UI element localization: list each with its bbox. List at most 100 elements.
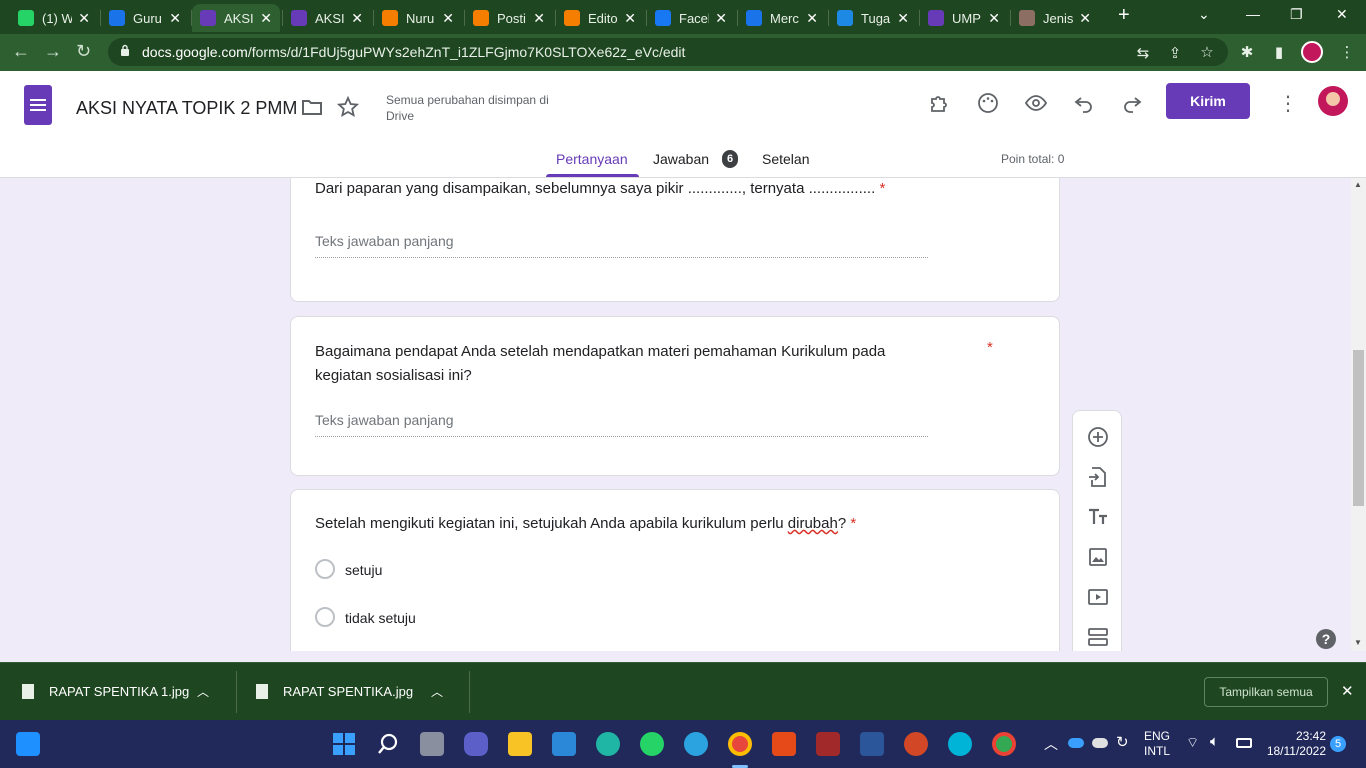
browser-tab[interactable]: Guru ✕	[101, 4, 189, 32]
option-label[interactable]: tidak setuju	[345, 610, 416, 626]
close-window-icon[interactable]: ✕	[1336, 6, 1348, 23]
browser-tab[interactable]: Nuru ✕	[374, 4, 462, 32]
google-forms-logo-icon[interactable]	[24, 85, 52, 125]
tab-responses[interactable]: Jawaban	[653, 151, 709, 167]
close-tab-icon[interactable]: ✕	[897, 10, 909, 27]
chevron-up-icon[interactable]: ︿	[197, 683, 209, 700]
telegram-icon[interactable]	[684, 732, 708, 756]
close-tab-icon[interactable]: ✕	[624, 10, 636, 27]
canva-icon[interactable]	[948, 732, 972, 756]
browser-tab[interactable]: UMP ✕	[920, 4, 1008, 32]
widgets-icon[interactable]	[16, 732, 40, 756]
maximize-icon[interactable]: ❐	[1290, 6, 1303, 23]
chrome-profile-icon[interactable]	[992, 732, 1016, 756]
more-options-icon[interactable]: ⋮	[1278, 91, 1298, 116]
page-scrollbar[interactable]: ▲ ▼	[1351, 178, 1366, 651]
office-icon[interactable]	[772, 732, 796, 756]
add-section-icon[interactable]	[1086, 625, 1110, 649]
add-title-icon[interactable]	[1086, 505, 1110, 529]
help-button[interactable]: ?	[1316, 629, 1336, 649]
tab-settings[interactable]: Setelan	[762, 151, 809, 167]
folder-icon[interactable]	[300, 95, 324, 119]
back-icon[interactable]: ←	[12, 41, 30, 62]
radio-option[interactable]	[315, 607, 335, 627]
windows-start-icon[interactable]	[332, 732, 356, 756]
side-panel-icon[interactable]: ▮	[1270, 43, 1288, 61]
language-indicator[interactable]: ENG INTL	[1144, 729, 1170, 759]
browser-tab[interactable]: (1) W ✕	[10, 4, 98, 32]
sync-icon[interactable]: ↻	[1116, 733, 1129, 751]
tab-questions[interactable]: Pertanyaan	[556, 151, 628, 167]
send-button[interactable]: Kirim	[1166, 83, 1250, 119]
addons-icon[interactable]	[928, 91, 952, 115]
browser-tab[interactable]: Facel ✕	[647, 4, 735, 32]
download-item[interactable]: RAPAT SPENTIKA 1.jpg ︿	[22, 663, 209, 720]
teams-chat-icon[interactable]	[464, 732, 488, 756]
chevron-up-icon[interactable]: ︿	[431, 683, 443, 700]
form-title[interactable]: AKSI NYATA TOPIK 2 PMM	[76, 98, 297, 119]
close-tab-icon[interactable]: ✕	[169, 10, 181, 27]
onedrive-icon[interactable]	[1068, 738, 1084, 748]
system-clock[interactable]: 23:42 18/11/2022	[1262, 729, 1326, 759]
forward-icon[interactable]: →	[44, 41, 62, 62]
powerpoint-icon[interactable]	[904, 732, 928, 756]
import-questions-icon[interactable]	[1086, 465, 1110, 489]
chrome-menu-icon[interactable]: ⋮	[1338, 43, 1356, 61]
redo-icon[interactable]	[1120, 91, 1144, 115]
winrar-icon[interactable]	[816, 732, 840, 756]
reload-icon[interactable]: ↻	[76, 41, 91, 62]
close-download-bar-icon[interactable]: ✕	[1341, 682, 1354, 700]
add-video-icon[interactable]	[1086, 585, 1110, 609]
address-bar[interactable]: docs.google.com/forms/d/1FdUj5guPWYs2ehZ…	[108, 38, 1228, 66]
wifi-icon[interactable]: ⌔	[1186, 734, 1199, 752]
volume-icon[interactable]: 🔈︎	[1210, 733, 1219, 750]
add-image-icon[interactable]	[1086, 545, 1110, 569]
question-card[interactable]: Dari paparan yang disampaikan, sebelumny…	[290, 178, 1060, 302]
browser-tab[interactable]: Tuga ✕	[829, 4, 917, 32]
new-tab-button[interactable]: +	[1118, 4, 1130, 27]
close-tab-icon[interactable]: ✕	[988, 10, 1000, 27]
account-avatar[interactable]	[1318, 86, 1348, 116]
palette-icon[interactable]	[976, 91, 1000, 115]
scroll-down-icon[interactable]: ▼	[1354, 638, 1362, 647]
cloud-icon[interactable]	[1092, 738, 1108, 748]
word-icon[interactable]	[860, 732, 884, 756]
edge-icon[interactable]	[596, 732, 620, 756]
browser-tab[interactable]: Posti ✕	[465, 4, 553, 32]
share-icon[interactable]: ⇪	[1166, 44, 1184, 62]
chevron-up-tray-icon[interactable]: ︿	[1044, 734, 1058, 754]
question-card[interactable]: Bagaimana pendapat Anda setelah mendapat…	[290, 316, 1060, 476]
misspelled-word[interactable]: dirubah	[788, 515, 838, 532]
close-tab-icon[interactable]: ✕	[806, 10, 818, 27]
translate-icon[interactable]: ⇆	[1134, 44, 1152, 62]
preview-eye-icon[interactable]	[1024, 91, 1048, 115]
store-icon[interactable]	[552, 732, 576, 756]
download-item[interactable]: RAPAT SPENTIKA.jpg ︿	[256, 663, 443, 720]
minimize-icon[interactable]: —	[1246, 6, 1260, 22]
scroll-up-icon[interactable]: ▲	[1354, 180, 1362, 189]
option-label[interactable]: setuju	[345, 562, 382, 578]
close-tab-icon[interactable]: ✕	[533, 10, 545, 27]
close-tab-icon[interactable]: ✕	[260, 10, 272, 27]
add-question-icon[interactable]	[1086, 425, 1110, 449]
show-all-downloads-button[interactable]: Tampilkan semua	[1204, 677, 1328, 707]
browser-tab[interactable]: Merc ✕	[738, 4, 826, 32]
whatsapp-icon[interactable]	[640, 732, 664, 756]
browser-tab[interactable]: Jenis ✕	[1011, 4, 1099, 32]
close-tab-icon[interactable]: ✕	[1079, 10, 1091, 27]
task-view-icon[interactable]	[420, 732, 444, 756]
close-tab-icon[interactable]: ✕	[78, 10, 90, 27]
close-tab-icon[interactable]: ✕	[715, 10, 727, 27]
bookmark-star-icon[interactable]: ☆	[1198, 43, 1216, 61]
profile-avatar[interactable]	[1301, 41, 1323, 63]
close-tab-icon[interactable]: ✕	[351, 10, 363, 27]
chrome-icon[interactable]	[728, 732, 752, 756]
browser-tab[interactable]: Edito ✕	[556, 4, 644, 32]
notification-badge[interactable]: 5	[1330, 736, 1346, 752]
scroll-thumb[interactable]	[1353, 350, 1364, 506]
radio-option[interactable]	[315, 559, 335, 579]
battery-icon[interactable]	[1236, 738, 1252, 748]
browser-tab[interactable]: AKSI ✕	[283, 4, 371, 32]
file-explorer-icon[interactable]	[508, 732, 532, 756]
undo-icon[interactable]	[1072, 91, 1096, 115]
